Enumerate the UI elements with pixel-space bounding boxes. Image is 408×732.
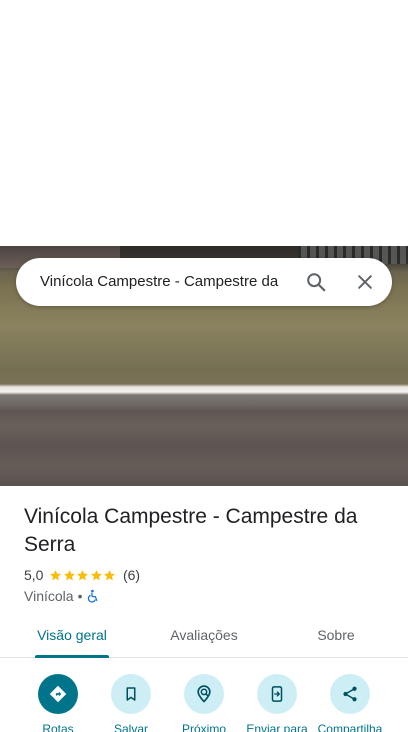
nearby-icon xyxy=(197,685,211,703)
star-icon xyxy=(104,569,116,580)
send-to-phone-circle xyxy=(257,674,297,714)
star-rating xyxy=(49,569,117,582)
tab-about[interactable]: Sobre xyxy=(288,618,384,658)
separator-dot: • xyxy=(77,588,83,604)
close-icon xyxy=(358,275,372,289)
rating-row[interactable]: 5,0 (6) xyxy=(24,566,140,584)
active-tab-indicator xyxy=(35,655,109,658)
share-icon xyxy=(343,686,357,702)
close-button[interactable] xyxy=(349,266,381,298)
nearby-circle xyxy=(184,674,224,714)
send-to-phone-icon xyxy=(271,686,283,702)
directions-icon xyxy=(49,685,67,703)
share-button[interactable]: Compartilha xyxy=(311,672,389,732)
directions-circle xyxy=(38,674,78,714)
search-input[interactable]: Vinícola Campestre - Campestre da xyxy=(40,258,302,306)
search-button[interactable] xyxy=(300,266,332,298)
star-icon xyxy=(64,569,75,580)
category-row: Vinícola • xyxy=(24,587,100,605)
search-icon xyxy=(307,273,326,292)
star-icon xyxy=(50,569,62,580)
search-bar[interactable]: Vinícola Campestre - Campestre da xyxy=(16,258,392,306)
star-icon xyxy=(91,569,102,580)
action-buttons: Rotas Salvar Próximo Enviar para Compart… xyxy=(0,672,408,732)
review-count[interactable]: (6) xyxy=(123,567,140,583)
bookmark-icon xyxy=(126,687,136,701)
wheelchair-icon xyxy=(88,589,98,603)
save-circle xyxy=(111,674,151,714)
star-icon xyxy=(77,569,89,580)
place-tabs: Visão geral Avaliações Sobre xyxy=(0,618,408,658)
share-label: Compartilha xyxy=(317,722,383,732)
place-title: Vinícola Campestre - Campestre da Serra xyxy=(24,505,358,556)
tab-overview[interactable]: Visão geral xyxy=(24,618,120,658)
rating-value: 5,0 xyxy=(24,567,44,583)
tab-reviews[interactable]: Avaliações xyxy=(156,618,252,658)
share-circle xyxy=(330,674,370,714)
map-area-blank xyxy=(0,0,408,246)
place-category: Vinícola xyxy=(24,588,74,604)
